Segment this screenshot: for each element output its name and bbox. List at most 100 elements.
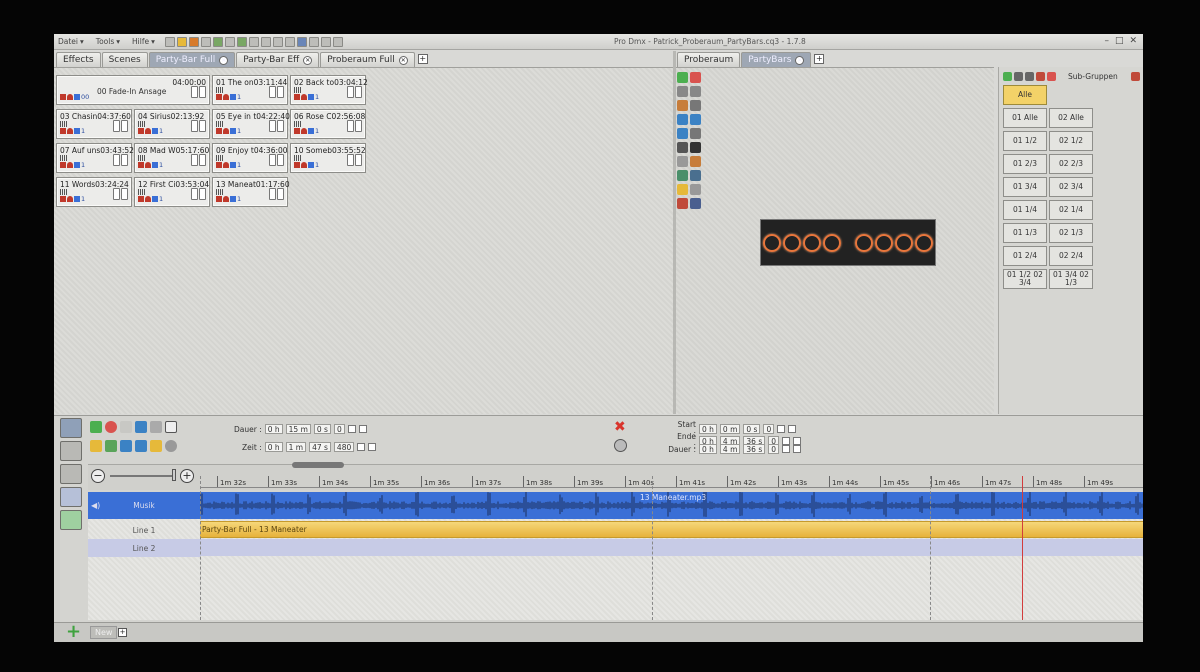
tab-new[interactable]: New	[90, 626, 118, 639]
cue-card[interactable]: 02 Back to03:04:12 1	[290, 75, 368, 105]
delete-icon[interactable]	[1047, 71, 1056, 81]
cue-play-button[interactable]	[269, 154, 276, 166]
export-icon[interactable]	[105, 440, 117, 452]
cue-card[interactable]: 12 First Ci03:53:04 1	[134, 177, 210, 207]
range-duration-minutes[interactable]: 4 m	[719, 444, 741, 454]
cue-play-button[interactable]	[191, 188, 198, 200]
cue-edit-button[interactable]	[121, 188, 128, 200]
duration-hours[interactable]: 0 h	[264, 424, 283, 434]
tab-proberaum-full[interactable]: Proberaum Full ✕	[320, 52, 415, 67]
cue-play-button[interactable]	[113, 120, 120, 132]
cue-play-button[interactable]	[191, 86, 198, 98]
track-line1-header[interactable]: Line 1	[88, 521, 200, 539]
cue-play-button[interactable]	[191, 154, 198, 166]
reset-button[interactable]	[358, 425, 367, 433]
fixture-add-icon[interactable]	[677, 198, 688, 209]
cue-edit-button[interactable]	[199, 86, 206, 98]
menu-hilfe[interactable]: Hilfe ▾	[132, 37, 155, 46]
effect-icon[interactable]	[248, 36, 259, 47]
subgroup-button[interactable]: 01 1/4	[1003, 200, 1047, 220]
reset-button[interactable]	[793, 445, 802, 453]
cue-edit-button[interactable]	[121, 120, 128, 132]
subgroup-button[interactable]: 01 1/2	[1003, 131, 1047, 151]
close-button[interactable]: ✕	[1129, 36, 1137, 46]
cue-edit-button[interactable]	[199, 188, 206, 200]
line2-clip-area[interactable]	[200, 539, 1143, 556]
cue-edit-button[interactable]	[277, 154, 284, 166]
add-tab-button[interactable]: +	[417, 54, 428, 64]
track-line2-header[interactable]: Line 2	[88, 539, 200, 557]
cue-edit-button[interactable]	[277, 86, 284, 98]
range-duration-hours[interactable]: 0 h	[699, 444, 717, 454]
range-duration-seconds[interactable]: 36 s	[743, 444, 766, 454]
duration-frames[interactable]: 0	[333, 424, 345, 434]
tab-party-bar-full[interactable]: Party-Bar Full ✕	[148, 52, 236, 67]
subgroup-button[interactable]: 01 3/4	[1003, 177, 1047, 197]
mixer-icon[interactable]	[60, 441, 82, 461]
cue-play-button[interactable]	[269, 86, 276, 98]
delete-icon[interactable]	[690, 72, 701, 83]
settings-icon[interactable]	[296, 36, 307, 47]
add-tab-button[interactable]: +	[118, 628, 127, 637]
zoom-out-icon[interactable]	[690, 86, 701, 97]
minimize-button[interactable]: –	[1104, 36, 1109, 46]
save-icon[interactable]	[1036, 71, 1045, 81]
dmx-icon[interactable]	[224, 36, 235, 47]
start-marker[interactable]	[200, 476, 201, 620]
track-music-header[interactable]: ◀) Musik	[88, 492, 200, 519]
bucket-icon[interactable]	[690, 142, 701, 153]
zoom-slider-handle[interactable]	[172, 469, 176, 481]
cue-play-button[interactable]	[269, 188, 276, 200]
cue-card[interactable]: 09 Enjoy t04:36:00 1	[212, 143, 288, 173]
shuffle-icon[interactable]	[677, 128, 688, 139]
layout-icon[interactable]	[677, 170, 688, 181]
new-file-icon[interactable]	[164, 36, 175, 47]
cog-icon[interactable]	[690, 184, 701, 195]
cue-card[interactable]: 07 Auf uns03:43:52 1	[56, 143, 134, 173]
cue-play-button[interactable]	[113, 188, 120, 200]
faders-icon[interactable]	[60, 464, 82, 484]
link-icon[interactable]	[677, 142, 688, 153]
pin-icon[interactable]	[1131, 71, 1140, 81]
subgroup-button[interactable]: 01 Alle	[1003, 108, 1047, 128]
scene-icon[interactable]	[236, 36, 247, 47]
subgroup-button[interactable]: 02 Alle	[1049, 108, 1093, 128]
add-tab-button[interactable]: +	[814, 54, 825, 64]
lock-icon[interactable]	[150, 440, 162, 452]
group-icon[interactable]	[60, 510, 82, 530]
skip-forward-icon[interactable]	[135, 440, 147, 452]
edit-icon[interactable]	[1025, 71, 1034, 81]
reset-button[interactable]	[368, 443, 377, 451]
tab-proberaum[interactable]: Proberaum	[677, 52, 741, 67]
cue-edit-button[interactable]	[355, 154, 362, 166]
scissors-icon[interactable]	[677, 156, 688, 167]
subgroup-button[interactable]: 02 1/3	[1049, 223, 1093, 243]
led-bar-fixture[interactable]	[760, 219, 936, 266]
users-icon[interactable]	[690, 198, 701, 209]
upload-icon[interactable]	[284, 36, 295, 47]
undo-icon[interactable]	[135, 421, 147, 433]
subgroup-button[interactable]: Alle	[1003, 85, 1047, 105]
pause-icon[interactable]	[120, 421, 132, 433]
time-minutes[interactable]: 1 m	[285, 442, 307, 452]
time-frames[interactable]: 480	[333, 442, 355, 452]
target-icon[interactable]	[165, 440, 177, 452]
subgroup-button[interactable]: 01 2/3	[1003, 154, 1047, 174]
rotate-icon[interactable]	[677, 114, 688, 125]
subgroup-button[interactable]: 02 2/4	[1049, 246, 1093, 266]
record-icon[interactable]	[105, 421, 117, 433]
home-icon[interactable]	[260, 36, 271, 47]
cue-card[interactable]: 04:00:00 00 Fade-In Ansage 00	[56, 75, 210, 105]
time-hours[interactable]: 0 h	[264, 442, 283, 452]
apply-button[interactable]	[357, 443, 366, 451]
cube-icon[interactable]	[308, 36, 319, 47]
save-icon[interactable]	[188, 36, 199, 47]
cue-edit-button[interactable]	[277, 188, 284, 200]
settings-wheel-icon[interactable]	[614, 439, 627, 452]
cue-card[interactable]: 04 Sirius02:13:92 1	[134, 109, 210, 139]
maximize-button[interactable]: □	[1115, 36, 1124, 46]
cue-card[interactable]: 13 Maneat01:17:60 1	[212, 177, 290, 207]
menu-datei[interactable]: Datei ▾	[58, 37, 84, 46]
refresh-icon[interactable]	[690, 114, 701, 125]
tab-scenes[interactable]: Scenes	[101, 52, 148, 67]
